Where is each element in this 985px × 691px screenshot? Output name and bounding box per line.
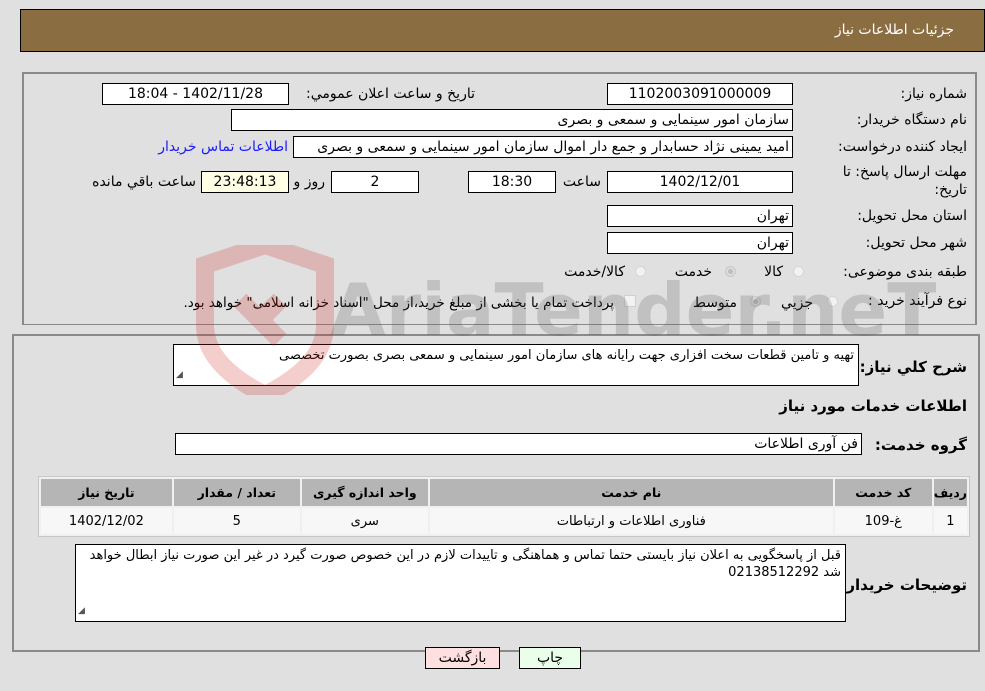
purchase-type-radio-medium[interactable] [750,296,761,307]
col-header-service-name: نام خدمت [429,479,833,506]
category-label: طبقه بندی موضوعی: [843,264,967,280]
category-radio-goods-service[interactable] [635,266,646,277]
resize-grip-icon[interactable]: ◢ [176,367,183,384]
buyer-contact-link[interactable]: اطلاعات تماس خریدار [158,139,288,155]
back-button[interactable]: بازگشت [425,647,500,669]
table-header-row: ردیف کد خدمت نام خدمت واحد اندازه گیری ت… [41,479,967,506]
deadline-time-label: ساعت [562,174,601,190]
services-table: ردیف کد خدمت نام خدمت واحد اندازه گیری ت… [38,476,970,537]
col-header-quantity: تعداد / مقدار [173,479,300,506]
cell-service-code: غ-109 [834,508,932,534]
col-header-row-number: ردیف [933,479,967,506]
service-group-field[interactable]: فن آوری اطلاعات [175,433,862,455]
remaining-days-field[interactable]: 2 [331,171,419,193]
purchase-type-radio-minor[interactable] [827,296,838,307]
col-header-unit: واحد اندازه گیری [301,479,428,506]
col-header-service-code: کد خدمت [834,479,932,506]
general-desc-label: شرح كلي نياز: [859,358,967,376]
service-group-label: گروه خدمت: [874,436,967,454]
remaining-time-label: ساعت باقي مانده [92,174,196,190]
remaining-time-field: 23:48:13 [201,171,289,193]
deadline-date-field[interactable]: 1402/12/01 [607,171,793,193]
purchase-type-medium-label: متوسط [693,295,737,311]
category-option-goods-service-label: کالا/خدمت [564,264,625,280]
cell-service-name: فناوری اطلاعات و ارتباطات [429,508,833,534]
requester-field[interactable]: امید یمینی نژاد حسابدار و جمع دار اموال … [293,136,793,158]
need-number-field[interactable]: 1102003091000009 [607,83,793,105]
city-field[interactable]: تهران [607,232,793,254]
cell-row-number: 1 [933,508,967,534]
col-header-need-date: تاریخ نیاز [41,479,172,506]
buyer-notes-label: توضیحات خریدار: [840,576,967,594]
purchase-type-minor-label: جزيي [781,295,813,311]
deadline-label-line2: تاریخ: [934,182,967,198]
print-button[interactable]: چاپ [519,647,581,669]
services-heading: اطلاعات خدمات مورد نیاز [779,397,967,415]
city-label: شهر محل تحویل: [865,235,967,251]
buyer-notes-text: قبل از پاسخگویی به اعلان نیاز بایستی حتم… [89,548,841,580]
category-option-service-label: خدمت [674,264,712,280]
table-row: 1 غ-109 فناوری اطلاعات و ارتباطات سری 5 … [41,508,967,534]
cell-unit: سری [301,508,428,534]
deadline-time-field[interactable]: 18:30 [468,171,556,193]
category-radio-goods[interactable] [793,266,804,277]
treasury-checkbox[interactable] [624,295,636,307]
general-desc-text: تهیه و تامین قطعات سخت افزاری جهت رایانه… [279,348,854,363]
days-label: روز و [293,174,326,190]
need-number-label: شماره نیاز: [900,86,968,102]
announce-datetime-field[interactable]: 1402/11/28 - 18:04 [102,83,289,105]
resize-grip-icon[interactable]: ◢ [78,603,85,620]
announce-datetime-label: تاریخ و ساعت اعلان عمومي: [306,86,475,102]
purchase-type-label: نوع فرآیند خرید : [868,293,967,309]
buyer-notes-textarea[interactable]: قبل از پاسخگویی به اعلان نیاز بایستی حتم… [75,544,846,622]
province-label: استان محل تحویل: [857,208,967,224]
page-header: جزئیات اطلاعات نیاز [20,9,985,52]
page-title: جزئیات اطلاعات نیاز [834,22,954,38]
province-field[interactable]: تهران [607,205,793,227]
buyer-org-label: نام دستگاه خريدار: [856,112,967,128]
cell-need-date: 1402/12/02 [41,508,172,534]
category-radio-service[interactable] [725,266,736,277]
buyer-org-field[interactable]: سازمان امور سینمایی و سمعی و بصری [231,109,793,131]
general-desc-textarea[interactable]: تهیه و تامین قطعات سخت افزاری جهت رایانه… [173,344,859,386]
treasury-checkbox-label: پرداخت تمام یا بخشی از مبلغ خرید،از محل … [183,295,614,311]
deadline-label-line1: مهلت ارسال پاسخ: تا [842,164,967,180]
category-option-goods-label: کالا [764,264,783,280]
cell-quantity: 5 [173,508,300,534]
requester-label: ایجاد کننده درخواست: [838,139,967,155]
